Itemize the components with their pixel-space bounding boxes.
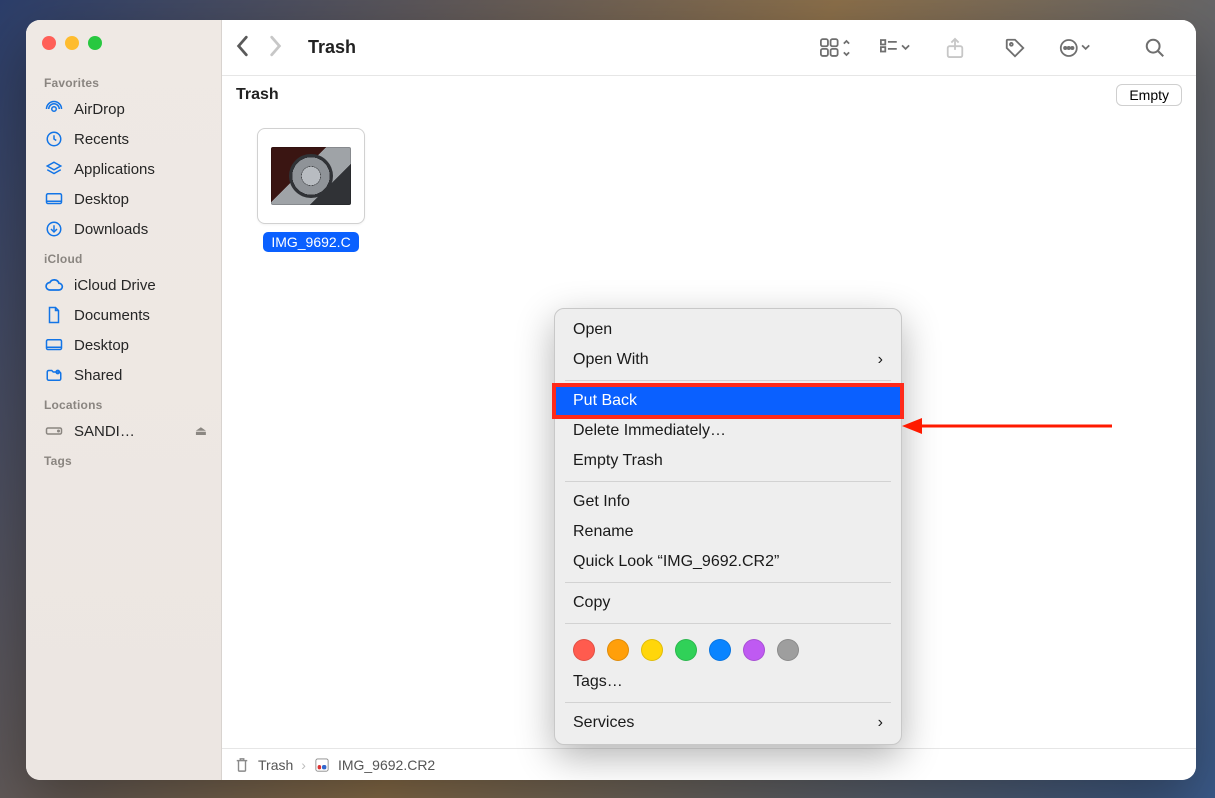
ctx-get-info[interactable]: Get Info — [555, 487, 901, 517]
sidebar-section-tags: Tags — [26, 446, 221, 472]
ctx-rename[interactable]: Rename — [555, 517, 901, 547]
tag-color-purple[interactable] — [743, 639, 765, 661]
group-by-button[interactable] — [878, 31, 912, 65]
empty-trash-button[interactable]: Empty — [1116, 84, 1182, 106]
tag-color-yellow[interactable] — [641, 639, 663, 661]
sidebar-item-label: Recents — [74, 131, 129, 148]
ctx-tags[interactable]: Tags… — [555, 667, 901, 697]
sidebar-item-label: Desktop — [74, 337, 129, 354]
sidebar-item-applications[interactable]: Applications — [26, 154, 221, 184]
forward-button[interactable] — [268, 35, 282, 61]
ctx-open-with[interactable]: Open With› — [555, 345, 901, 375]
path-segment-root[interactable]: Trash — [258, 757, 293, 773]
tag-color-green[interactable] — [675, 639, 697, 661]
ctx-separator — [565, 702, 891, 703]
main-pane: Trash Trash Empty IMG_9692.C Open Open W… — [222, 20, 1196, 780]
sidebar-item-downloads[interactable]: Downloads — [26, 214, 221, 244]
tag-color-orange[interactable] — [607, 639, 629, 661]
sidebar-item-label: Documents — [74, 307, 150, 324]
sidebar-item-desktop[interactable]: Desktop — [26, 184, 221, 214]
sidebar-item-label: SANDI… — [74, 423, 135, 440]
sidebar-item-icloud-drive[interactable]: iCloud Drive — [26, 270, 221, 300]
location-title: Trash — [236, 86, 279, 104]
sidebar-item-label: Downloads — [74, 221, 148, 238]
sidebar-item-label: AirDrop — [74, 101, 125, 118]
sidebar-item-shared[interactable]: Shared — [26, 360, 221, 390]
chevron-right-icon: › — [878, 714, 883, 732]
sidebar-item-airdrop[interactable]: AirDrop — [26, 94, 221, 124]
ctx-put-back[interactable]: Put Back — [555, 386, 901, 416]
clock-icon — [44, 129, 64, 149]
applications-icon — [44, 159, 64, 179]
ctx-services[interactable]: Services› — [555, 708, 901, 738]
share-button[interactable] — [938, 31, 972, 65]
ctx-open[interactable]: Open — [555, 315, 901, 345]
sidebar-item-label: Shared — [74, 367, 122, 384]
ctx-separator — [565, 481, 891, 482]
more-actions-button[interactable] — [1058, 31, 1092, 65]
download-icon — [44, 219, 64, 239]
raw-file-icon — [314, 757, 330, 773]
ctx-empty-trash[interactable]: Empty Trash — [555, 446, 901, 476]
sidebar-item-recents[interactable]: Recents — [26, 124, 221, 154]
back-button[interactable] — [236, 35, 250, 61]
sidebar-section-locations: Locations — [26, 390, 221, 416]
sidebar-item-label: iCloud Drive — [74, 277, 156, 294]
path-bar: Trash › IMG_9692.CR2 — [222, 748, 1196, 780]
file-grid[interactable]: IMG_9692.C Open Open With› Put Back Dele… — [222, 106, 1196, 748]
window-controls — [26, 20, 221, 68]
ctx-separator — [565, 380, 891, 381]
trash-icon — [234, 757, 250, 773]
annotation-arrow — [902, 406, 1112, 446]
sidebar-item-external-drive[interactable]: SANDI… ⏏ — [26, 416, 221, 446]
file-thumbnail — [257, 128, 365, 224]
desktop-icon — [44, 335, 64, 355]
desktop-icon — [44, 189, 64, 209]
window-title: Trash — [308, 37, 356, 58]
ctx-quick-look[interactable]: Quick Look “IMG_9692.CR2” — [555, 547, 901, 577]
location-header: Trash Empty — [222, 76, 1196, 106]
ctx-separator — [565, 623, 891, 624]
sidebar-item-documents[interactable]: Documents — [26, 300, 221, 330]
tag-color-red[interactable] — [573, 639, 595, 661]
sidebar-section-icloud: iCloud — [26, 244, 221, 270]
tag-color-gray[interactable] — [777, 639, 799, 661]
eject-icon[interactable]: ⏏ — [195, 423, 207, 439]
sidebar-item-label: Desktop — [74, 191, 129, 208]
drive-icon — [44, 421, 64, 441]
context-menu: Open Open With› Put Back Delete Immediat… — [554, 308, 902, 745]
path-separator: › — [301, 757, 306, 773]
fullscreen-window-button[interactable] — [88, 36, 102, 50]
chevron-right-icon: › — [878, 351, 883, 369]
tag-color-blue[interactable] — [709, 639, 731, 661]
sidebar: Favorites AirDrop Recents Applications D… — [26, 20, 222, 780]
minimize-window-button[interactable] — [65, 36, 79, 50]
sidebar-section-favorites: Favorites — [26, 68, 221, 94]
finder-window: Favorites AirDrop Recents Applications D… — [26, 20, 1196, 780]
shared-folder-icon — [44, 365, 64, 385]
ctx-separator — [565, 582, 891, 583]
document-icon — [44, 305, 64, 325]
file-name-label: IMG_9692.C — [263, 232, 358, 252]
ctx-delete-immediately[interactable]: Delete Immediately… — [555, 416, 901, 446]
close-window-button[interactable] — [42, 36, 56, 50]
toolbar: Trash — [222, 20, 1196, 76]
sidebar-item-icloud-desktop[interactable]: Desktop — [26, 330, 221, 360]
file-item[interactable]: IMG_9692.C — [256, 128, 366, 256]
ctx-tag-colors — [555, 629, 901, 667]
airdrop-icon — [44, 99, 64, 119]
tags-button[interactable] — [998, 31, 1032, 65]
search-button[interactable] — [1138, 31, 1172, 65]
view-mode-button[interactable] — [818, 31, 852, 65]
cloud-icon — [44, 275, 64, 295]
ctx-copy[interactable]: Copy — [555, 588, 901, 618]
path-segment-file[interactable]: IMG_9692.CR2 — [338, 757, 435, 773]
sidebar-item-label: Applications — [74, 161, 155, 178]
